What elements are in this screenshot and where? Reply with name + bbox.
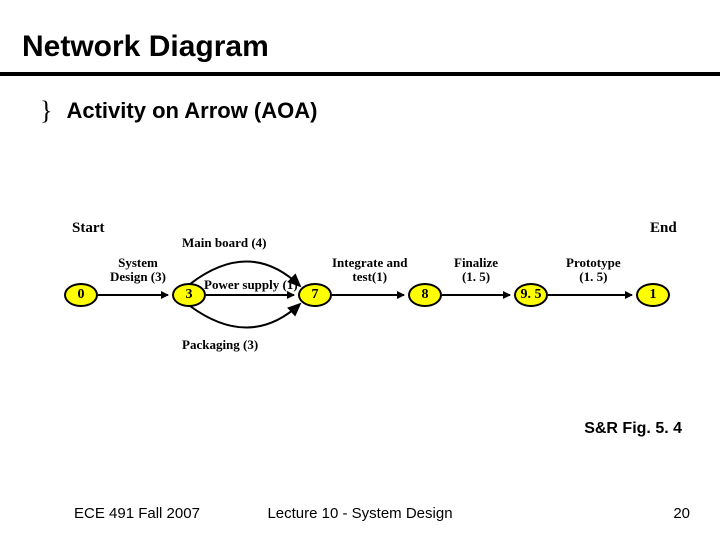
- label-integrate-l2: test(1): [332, 270, 407, 284]
- label-system-design-l1: System: [110, 256, 166, 270]
- bullet-item: } Activity on Arrow (AOA): [0, 76, 720, 124]
- label-prototype: Prototype (1. 5): [566, 256, 621, 285]
- page-title: Network Diagram: [0, 0, 720, 72]
- label-integrate-l1: Integrate and: [332, 256, 407, 270]
- label-finalize-l2: (1. 5): [454, 270, 498, 284]
- bullet-icon: }: [40, 98, 52, 124]
- curved-edges: [0, 200, 720, 400]
- label-system-design-l2: Design (3): [110, 270, 166, 284]
- label-packaging: Packaging (3): [182, 338, 258, 352]
- aoa-diagram: Start End 0 3 7 8 9. 5 1 Main board (4) …: [0, 200, 720, 400]
- footer-left: ECE 491 Fall 2007: [74, 505, 200, 522]
- figure-caption: S&R Fig. 5. 4: [584, 420, 682, 438]
- label-finalize-l1: Finalize: [454, 256, 498, 270]
- label-mainboard: Main board (4): [182, 236, 267, 250]
- bullet-text: Activity on Arrow (AOA): [66, 98, 317, 124]
- label-prototype-l2: (1. 5): [566, 270, 621, 284]
- label-power: Power supply (1): [204, 278, 298, 292]
- label-prototype-l1: Prototype: [566, 256, 621, 270]
- label-system-design: System Design (3): [110, 256, 166, 285]
- footer: ECE 491 Fall 2007 Lecture 10 - System De…: [0, 505, 720, 522]
- label-integrate: Integrate and test(1): [332, 256, 407, 285]
- footer-right: 20: [673, 505, 690, 522]
- label-finalize: Finalize (1. 5): [454, 256, 498, 285]
